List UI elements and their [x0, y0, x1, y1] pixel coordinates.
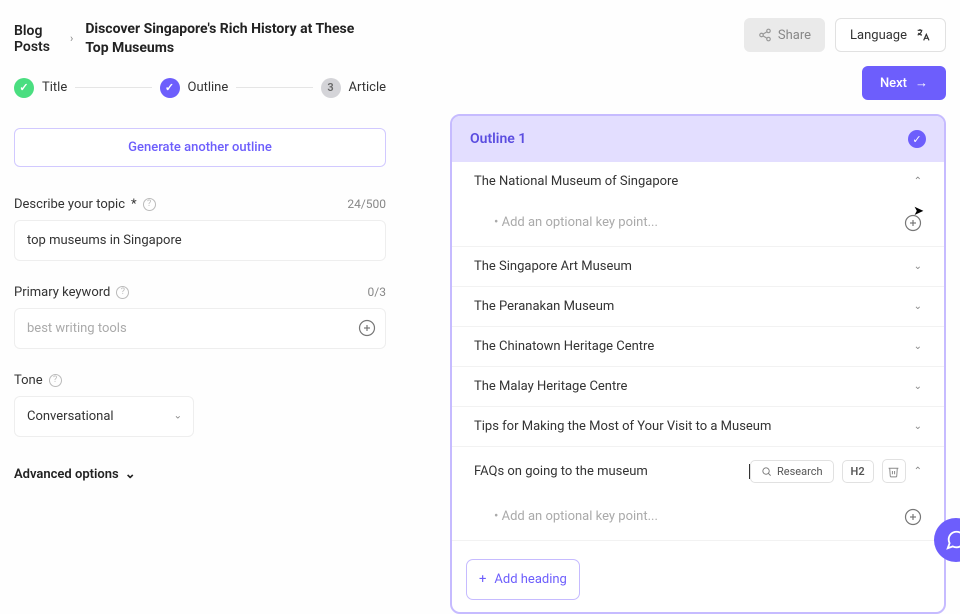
outline-item-title: Tips for Making the Most of Your Visit t… [474, 419, 914, 434]
step-divider [236, 87, 312, 88]
tone-label: Tone ? [14, 373, 62, 388]
step-label: Article [349, 80, 386, 95]
research-button[interactable]: Research [750, 460, 834, 483]
step-outline[interactable]: ✓ Outline [160, 78, 229, 98]
stepper: ✓ Title ✓ Outline 3 Article [14, 78, 386, 98]
share-icon [758, 28, 772, 42]
outline-item[interactable]: The Malay Heritage Centre⌄ [452, 367, 944, 406]
tone-select[interactable]: Conversational [14, 396, 194, 437]
add-keypoint-button[interactable] [904, 508, 922, 526]
topic-label: Describe your topic * ? [14, 197, 156, 212]
step-title[interactable]: ✓ Title [14, 78, 67, 98]
outline-item-title: The National Museum of Singapore [474, 174, 914, 189]
chevron-up-icon[interactable]: ⌃ [914, 466, 922, 477]
advanced-options-toggle[interactable]: Advanced options ⌄ [14, 467, 386, 482]
help-icon[interactable]: ? [116, 286, 129, 299]
help-icon[interactable]: ? [143, 198, 156, 211]
chevron-right-icon: › [70, 32, 73, 45]
outline-item[interactable]: The Singapore Art Museum⌄ [452, 247, 944, 286]
topic-input[interactable] [14, 220, 386, 261]
chevron-down-icon[interactable]: ⌄ [914, 301, 922, 312]
keyword-counter: 0/3 [368, 285, 386, 299]
breadcrumb-root[interactable]: Blog Posts [14, 23, 58, 55]
keypoint-input[interactable] [474, 211, 904, 234]
help-icon[interactable]: ? [49, 374, 62, 387]
translate-icon [915, 27, 931, 43]
step-article[interactable]: 3 Article [321, 78, 386, 98]
chevron-up-icon[interactable]: ⌃ [914, 176, 922, 187]
search-icon [761, 466, 772, 477]
next-button[interactable]: Next → [862, 66, 946, 100]
chat-icon [945, 529, 960, 551]
add-keypoint-button[interactable] [904, 214, 922, 232]
step-number: 3 [321, 78, 341, 98]
outline-item[interactable]: Tips for Making the Most of Your Visit t… [452, 407, 944, 446]
trash-icon [887, 465, 900, 478]
check-icon: ✓ [14, 78, 34, 98]
outline-item[interactable]: FAQs on going to the museum Research H2 … [452, 447, 944, 495]
delete-button[interactable] [882, 459, 906, 483]
arrow-right-icon: → [915, 75, 928, 91]
step-label: Title [42, 80, 67, 95]
breadcrumb-title: Discover Singapore's Rich History at The… [85, 20, 365, 58]
check-icon: ✓ [160, 78, 180, 98]
outline-item[interactable]: The Peranakan Museum⌄ [452, 287, 944, 326]
keypoint-input[interactable] [474, 505, 904, 528]
add-keyword-button[interactable] [358, 319, 376, 337]
required-asterisk: * [131, 197, 137, 212]
outline-item-title: The Malay Heritage Centre [474, 379, 914, 394]
outline-item[interactable]: The Chinatown Heritage Centre⌄ [452, 327, 944, 366]
generate-outline-button[interactable]: Generate another outline [14, 128, 386, 167]
chevron-down-icon: ⌄ [174, 411, 182, 422]
outline-item[interactable]: The National Museum of Singapore ⌃ [452, 162, 944, 201]
outline-card: Outline 1 ✓ The National Museum of Singa… [450, 114, 946, 614]
share-button[interactable]: Share [744, 18, 825, 52]
chevron-down-icon: ⌄ [125, 467, 136, 482]
outline-title: Outline 1 [470, 131, 526, 147]
chevron-down-icon[interactable]: ⌄ [914, 381, 922, 392]
selected-check-icon[interactable]: ✓ [908, 130, 926, 148]
keyword-label: Primary keyword ? [14, 285, 129, 300]
keyword-input[interactable] [14, 308, 386, 349]
outline-item-title: The Chinatown Heritage Centre [474, 339, 914, 354]
heading-level-button[interactable]: H2 [842, 460, 874, 483]
language-button[interactable]: Language [835, 18, 946, 52]
outline-item-title[interactable]: FAQs on going to the museum [474, 464, 750, 479]
step-label: Outline [188, 80, 229, 95]
outline-item-title: The Peranakan Museum [474, 299, 914, 314]
breadcrumb: Blog Posts › Discover Singapore's Rich H… [14, 20, 386, 58]
topic-counter: 24/500 [347, 197, 386, 211]
chevron-down-icon[interactable]: ⌄ [914, 341, 922, 352]
step-divider [75, 87, 151, 88]
chevron-down-icon[interactable]: ⌄ [914, 261, 922, 272]
chevron-down-icon[interactable]: ⌄ [914, 421, 922, 432]
outline-item-title: The Singapore Art Museum [474, 259, 914, 274]
